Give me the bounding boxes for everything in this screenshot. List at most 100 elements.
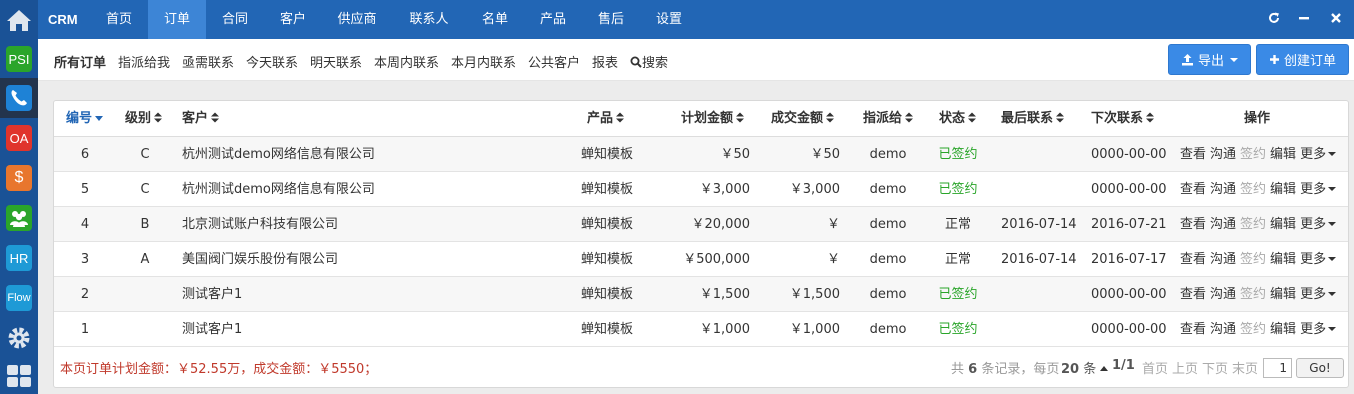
nav-item-orders[interactable]: 订单 <box>148 0 206 39</box>
minimize-icon[interactable] <box>1294 0 1314 39</box>
nav-item-home[interactable]: 首页 <box>94 0 144 39</box>
cell-customer[interactable]: 杭州测试demo网络信息有限公司 <box>182 172 375 207</box>
filter-urgent-contact[interactable]: 亟需联系 <box>182 52 234 71</box>
per-page-suffix: 条 <box>1083 362 1097 377</box>
search-toggle[interactable]: 搜索 <box>630 52 668 71</box>
col-status-header[interactable]: 状态 <box>939 101 977 137</box>
nav-item-contacts[interactable]: 联系人 <box>398 0 460 39</box>
per-page-selector[interactable]: 20 条 <box>1061 358 1109 377</box>
hr-badge: HR <box>6 245 32 271</box>
more-dropdown[interactable]: 更多 <box>1300 182 1337 197</box>
edit-link[interactable]: 编辑 <box>1270 147 1296 162</box>
filter-assigned-to-me[interactable]: 指派给我 <box>118 52 170 71</box>
cell-customer[interactable]: 美国阀门娱乐股份有限公司 <box>182 242 338 277</box>
table-row[interactable]: 3 A 美国阀门娱乐股份有限公司 蝉知模板 ￥500,000 ￥ demo 正常 2016-07… <box>54 242 1348 277</box>
sidebar-app-oa[interactable]: OA <box>0 118 38 158</box>
close-icon[interactable] <box>1326 0 1346 39</box>
nav-item-settings[interactable]: 设置 <box>644 0 694 39</box>
nav-item-leads[interactable]: 名单 <box>470 0 520 39</box>
col-product-label: 产品 <box>587 111 614 126</box>
contact-link[interactable]: 沟通 <box>1210 147 1236 162</box>
table-row[interactable]: 2 测试客户1 蝉知模板 ￥1,500 ￥1,500 demo 已签约 0000-00-00 查… <box>54 277 1348 312</box>
filter-contact-tomorrow[interactable]: 明天联系 <box>310 52 362 71</box>
app-brand[interactable]: CRM <box>48 0 78 39</box>
filter-all-orders[interactable]: 所有订单 <box>54 52 106 71</box>
view-link[interactable]: 查看 <box>1180 147 1206 162</box>
view-link[interactable]: 查看 <box>1180 287 1206 302</box>
filter-contact-this-week[interactable]: 本周内联系 <box>374 52 439 71</box>
create-order-button[interactable]: 创建订单 <box>1256 44 1349 75</box>
refresh-icon[interactable] <box>1264 0 1284 39</box>
more-dropdown[interactable]: 更多 <box>1300 322 1337 337</box>
cell-deal-amount: ￥ <box>826 217 840 232</box>
cell-customer[interactable]: 测试客户1 <box>182 312 242 347</box>
edit-link[interactable]: 编辑 <box>1270 252 1296 267</box>
col-level-header[interactable]: 级别 <box>125 101 163 137</box>
view-link[interactable]: 查看 <box>1180 322 1206 337</box>
view-link[interactable]: 查看 <box>1180 182 1206 197</box>
nav-item-customers[interactable]: 客户 <box>268 0 318 39</box>
pager-next[interactable]: 下页 <box>1202 358 1228 377</box>
page-number-input[interactable]: 1 <box>1263 358 1292 378</box>
go-button[interactable]: Go! <box>1296 358 1344 378</box>
pager-first[interactable]: 首页 <box>1142 358 1168 377</box>
view-link-label: 查看 <box>1180 147 1207 162</box>
pager-prev[interactable]: 上页 <box>1172 358 1198 377</box>
edit-link[interactable]: 编辑 <box>1270 217 1296 232</box>
cell-customer[interactable]: 测试客户1 <box>182 277 242 312</box>
cell-level: C <box>140 147 150 162</box>
col-customer-header[interactable]: 客户 <box>182 101 220 137</box>
nav-item-products[interactable]: 产品 <box>528 0 578 39</box>
gear-icon[interactable] <box>0 318 38 358</box>
flow-badge: Flow <box>6 285 32 311</box>
col-assigned-header[interactable]: 指派给 <box>863 101 914 137</box>
sidebar-app-psi[interactable]: PSI <box>0 39 38 79</box>
more-dropdown[interactable]: 更多 <box>1300 217 1337 232</box>
cell-customer[interactable]: 北京测试账户科技有限公司 <box>182 207 338 242</box>
sidebar-app-hr[interactable]: HR <box>0 238 38 278</box>
col-id-header[interactable]: 编号 <box>66 101 104 137</box>
more-dropdown[interactable]: 更多 <box>1300 147 1337 162</box>
col-plan-amount-label: 计划金额 <box>681 111 734 126</box>
nav-item-suppliers[interactable]: 供应商 <box>326 0 388 39</box>
home-icon[interactable] <box>0 0 38 40</box>
more-dropdown[interactable]: 更多 <box>1300 287 1337 302</box>
cell-customer[interactable]: 杭州测试demo网络信息有限公司 <box>182 137 375 172</box>
contact-link[interactable]: 沟通 <box>1210 287 1236 302</box>
sidebar-app-flow[interactable]: Flow <box>0 278 38 318</box>
filter-contact-today[interactable]: 今天联系 <box>246 52 298 71</box>
col-plan-amount-header[interactable]: 计划金额 <box>681 101 745 137</box>
export-label: 导出 <box>1197 54 1224 69</box>
contact-link[interactable]: 沟通 <box>1210 182 1236 197</box>
edit-link[interactable]: 编辑 <box>1270 287 1296 302</box>
table-row[interactable]: 1 测试客户1 蝉知模板 ￥1,000 ￥1,000 demo 已签约 0000-00-00 查… <box>54 312 1348 347</box>
export-button[interactable]: 导出 <box>1168 44 1251 75</box>
nav-item-service[interactable]: 售后 <box>586 0 636 39</box>
col-last-contact-header[interactable]: 最后联系 <box>1001 101 1065 137</box>
sidebar-app-crm[interactable] <box>0 78 38 118</box>
contact-link[interactable]: 沟通 <box>1210 322 1236 337</box>
table-row[interactable]: 6 C 杭州测试demo网络信息有限公司 蝉知模板 ￥50 ￥50 demo 已签约 0000-… <box>54 137 1348 172</box>
edit-link[interactable]: 编辑 <box>1270 182 1296 197</box>
nav-item-contracts[interactable]: 合同 <box>210 0 260 39</box>
more-dropdown[interactable]: 更多 <box>1300 252 1337 267</box>
cell-product: 蝉知模板 <box>580 287 633 302</box>
filter-public-customers[interactable]: 公共客户 <box>528 52 580 71</box>
table-row[interactable]: 4 B 北京测试账户科技有限公司 蝉知模板 ￥20,000 ￥ demo 正常 2016-07-… <box>54 207 1348 242</box>
filter-reports[interactable]: 报表 <box>592 52 618 71</box>
sidebar-app-team[interactable] <box>0 198 38 238</box>
col-next-contact-header[interactable]: 下次联系 <box>1091 101 1155 137</box>
col-deal-amount-header[interactable]: 成交金额 <box>771 101 835 137</box>
cell-status: 正常 <box>944 217 971 232</box>
contact-link[interactable]: 沟通 <box>1210 252 1236 267</box>
view-link[interactable]: 查看 <box>1180 217 1206 232</box>
contact-link[interactable]: 沟通 <box>1210 217 1236 232</box>
pager-last[interactable]: 末页 <box>1232 358 1258 377</box>
edit-link[interactable]: 编辑 <box>1270 322 1296 337</box>
sidebar-app-cash[interactable]: $ <box>0 158 38 198</box>
filter-contact-this-month[interactable]: 本月内联系 <box>451 52 516 71</box>
table-row[interactable]: 5 C 杭州测试demo网络信息有限公司 蝉知模板 ￥3,000 ￥3,000 demo 已签… <box>54 172 1348 207</box>
view-link[interactable]: 查看 <box>1180 252 1206 267</box>
col-product-header[interactable]: 产品 <box>587 101 625 137</box>
grid-icon[interactable] <box>0 356 38 394</box>
